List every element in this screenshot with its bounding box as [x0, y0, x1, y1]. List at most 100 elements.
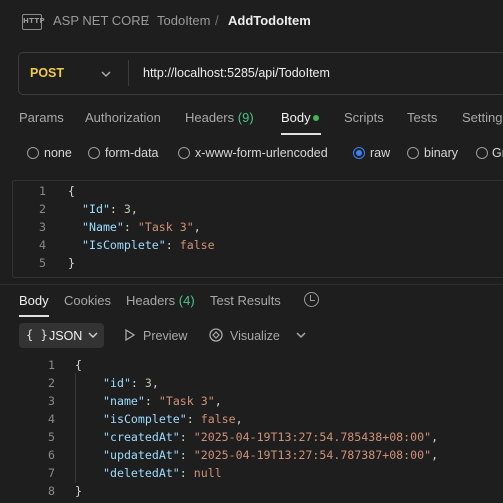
- tab-headers[interactable]: Headers (9): [185, 110, 254, 125]
- code-token: "Name": [82, 220, 124, 234]
- code-token: :: [179, 466, 194, 480]
- code-token: :: [179, 430, 194, 444]
- tab-authorization[interactable]: Authorization: [85, 110, 161, 125]
- radio-graphql-label[interactable]: GraphQL: [492, 146, 503, 160]
- chevron-down-icon[interactable]: [100, 64, 112, 87]
- radio-form-data[interactable]: [88, 147, 100, 159]
- response-tab-headers[interactable]: Headers (4): [126, 293, 195, 308]
- tab-tests[interactable]: Tests: [407, 110, 437, 125]
- line-number: 4: [48, 412, 55, 426]
- chevron-down-icon: [88, 327, 98, 346]
- breadcrumb-collection[interactable]: ASP NET CORE: [53, 13, 149, 28]
- line-number: 1: [39, 184, 46, 198]
- tab-params[interactable]: Params: [19, 110, 64, 125]
- tab-settings[interactable]: Settings: [462, 110, 503, 125]
- code-token: ,: [193, 220, 201, 234]
- code-token: "isComplete": [103, 412, 187, 426]
- url-input[interactable]: http://localhost:5285/api/TodoItem: [143, 66, 330, 80]
- code-token: }: [68, 256, 75, 270]
- body-modified-indicator: [313, 115, 319, 121]
- code-token: "id": [103, 376, 131, 390]
- code-token: ,: [130, 202, 138, 216]
- code-token: "Task 3": [158, 394, 215, 408]
- visualize-icon: [208, 326, 224, 347]
- response-code-line: "name": "Task 3",: [103, 394, 222, 408]
- breadcrumb-separator: /: [145, 13, 149, 28]
- tab-body[interactable]: Body: [281, 110, 311, 125]
- active-tab-indicator: [19, 315, 49, 317]
- code-token: ,: [214, 394, 222, 408]
- radio-form-data-label[interactable]: form-data: [105, 146, 159, 160]
- response-code-line: "deletedAt": null: [103, 466, 222, 480]
- request-code-line: {: [68, 184, 75, 198]
- code-token: "2025-04-19T13:27:54.785438+08:00": [193, 430, 432, 444]
- code-token: false: [200, 412, 236, 426]
- tab-scripts[interactable]: Scripts: [344, 110, 384, 125]
- http-request-icon: HTTP: [22, 12, 45, 30]
- code-token: "Task 3": [137, 220, 194, 234]
- code-token: 3: [123, 202, 131, 216]
- visualize-button[interactable]: Visualize: [230, 329, 280, 343]
- response-tab-body[interactable]: Body: [19, 293, 49, 308]
- code-token: :: [109, 202, 124, 216]
- indent-guide: [75, 373, 76, 483]
- chevron-down-icon[interactable]: [296, 327, 306, 346]
- radio-x-www-form-urlencoded[interactable]: [178, 147, 190, 159]
- method-select[interactable]: POST: [30, 66, 64, 80]
- breadcrumb-request-name[interactable]: AddTodoItem: [228, 13, 311, 28]
- response-tab-test-results[interactable]: Test Results: [210, 293, 281, 308]
- line-number: 6: [48, 448, 55, 462]
- code-token: "updatedAt": [103, 448, 180, 462]
- code-token: false: [179, 238, 215, 252]
- code-token: {: [75, 358, 82, 372]
- code-token: ,: [235, 412, 243, 426]
- line-number: 3: [48, 394, 55, 408]
- tab-headers-count: (9): [237, 110, 254, 125]
- format-label: JSON: [49, 329, 83, 343]
- code-token: :: [130, 376, 145, 390]
- response-code-line: "id": 3,: [103, 376, 159, 390]
- code-token: null: [193, 466, 222, 480]
- code-token: "createdAt": [103, 430, 180, 444]
- radio-none[interactable]: [27, 147, 39, 159]
- code-token: "IsComplete": [82, 238, 166, 252]
- breadcrumb-folder[interactable]: TodoItem: [157, 13, 210, 28]
- line-number: 2: [39, 202, 46, 216]
- divider: [128, 60, 129, 86]
- code-token: ,: [151, 376, 159, 390]
- code-token: "Id": [82, 202, 110, 216]
- line-number: 3: [39, 220, 46, 234]
- response-tab-cookies[interactable]: Cookies: [64, 293, 111, 308]
- line-number: 8: [48, 484, 55, 498]
- code-token: ,: [431, 448, 439, 462]
- code-token: {: [68, 184, 75, 198]
- tab-headers-label: Headers: [185, 110, 235, 125]
- request-code-line: "IsComplete": false: [82, 238, 215, 252]
- request-code-line: "Id": 3,: [82, 202, 138, 216]
- json-braces-icon: { }: [26, 328, 48, 342]
- code-token: "name": [103, 394, 145, 408]
- code-token: }: [75, 484, 82, 498]
- response-code-line: "isComplete": false,: [103, 412, 243, 426]
- request-code-line: "Name": "Task 3",: [82, 220, 201, 234]
- line-number: 5: [48, 430, 55, 444]
- radio-urlencoded-label[interactable]: x-www-form-urlencoded: [195, 146, 328, 160]
- line-number: 1: [48, 358, 55, 372]
- code-token: :: [123, 220, 138, 234]
- history-icon[interactable]: [304, 292, 319, 307]
- radio-graphql[interactable]: [476, 147, 488, 159]
- pane-divider[interactable]: [0, 284, 503, 285]
- code-token: :: [165, 238, 180, 252]
- radio-binary-label[interactable]: binary: [424, 146, 458, 160]
- radio-binary[interactable]: [407, 147, 419, 159]
- code-token: :: [186, 412, 201, 426]
- preview-button[interactable]: Preview: [143, 329, 187, 343]
- radio-none-label[interactable]: none: [44, 146, 72, 160]
- request-code-line: }: [68, 256, 75, 270]
- response-code-line: }: [75, 484, 82, 498]
- active-tab-indicator: [281, 133, 321, 135]
- radio-raw-label[interactable]: raw: [370, 146, 390, 160]
- radio-raw[interactable]: [353, 147, 365, 159]
- play-icon: [124, 328, 136, 345]
- code-token: 3: [144, 376, 152, 390]
